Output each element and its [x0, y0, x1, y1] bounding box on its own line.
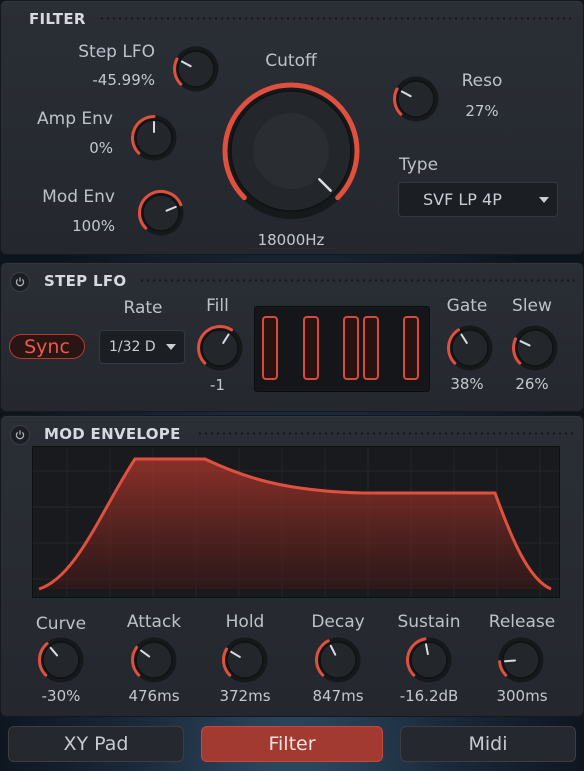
- mod-envelope-title: MOD ENVELOPE: [44, 425, 181, 443]
- gate-value: 38%: [450, 375, 484, 393]
- cutoff-label: Cutoff: [265, 51, 317, 71]
- sync-button[interactable]: Sync: [9, 334, 85, 359]
- rate-dropdown[interactable]: 1/32 D: [99, 330, 185, 364]
- step-bar[interactable]: [303, 316, 319, 380]
- step-sequencer[interactable]: [254, 306, 430, 392]
- filter-type-selected: SVF LP 4P: [423, 190, 502, 209]
- decay-value: 847ms: [312, 687, 364, 705]
- filter-type-dropdown[interactable]: SVF LP 4P: [398, 182, 558, 217]
- rate-label: Rate: [123, 298, 163, 318]
- curve-knob[interactable]: [37, 636, 85, 684]
- curve-value: -30%: [41, 687, 81, 705]
- step-bar[interactable]: [403, 316, 419, 380]
- step-bar[interactable]: [343, 316, 359, 380]
- mod-env-mod-knob[interactable]: [137, 189, 185, 237]
- attack-label: Attack: [126, 612, 182, 632]
- filter-title: FILTER: [29, 10, 86, 28]
- release-label: Release: [488, 612, 556, 632]
- release-knob[interactable]: [497, 636, 545, 684]
- slew-label: Slew: [512, 296, 552, 316]
- reso-label: Reso: [461, 71, 503, 91]
- tab-filter[interactable]: Filter: [201, 726, 383, 762]
- step-lfo-title: STEP LFO: [44, 272, 127, 290]
- sustain-knob[interactable]: [405, 636, 453, 684]
- chevron-down-icon: [539, 196, 549, 203]
- filter-type-label: Type: [399, 155, 439, 175]
- decay-knob[interactable]: [314, 636, 362, 684]
- tab-midi[interactable]: Midi: [400, 726, 576, 762]
- attack-knob[interactable]: [130, 636, 178, 684]
- power-icon[interactable]: [10, 425, 30, 445]
- mod-env-mod-value: 100%: [72, 217, 115, 235]
- filter-panel: FILTER Step LFO -45.99% Amp Env 0% Mod E…: [0, 0, 584, 255]
- filter-title-divider: [99, 16, 575, 21]
- step-lfo-mod-label: Step LFO: [78, 42, 155, 62]
- step-bar[interactable]: [363, 316, 379, 380]
- sustain-label: Sustain: [397, 612, 461, 632]
- slew-value: 26%: [515, 375, 549, 393]
- fill-label: Fill: [206, 296, 229, 316]
- reso-value: 27%: [465, 102, 499, 120]
- hold-value: 372ms: [219, 687, 271, 705]
- amp-env-mod-knob[interactable]: [130, 114, 178, 162]
- step-lfo-mod-knob[interactable]: [172, 45, 220, 93]
- power-icon[interactable]: [10, 272, 30, 292]
- decay-label: Decay: [311, 612, 365, 632]
- envelope-display[interactable]: [32, 446, 560, 598]
- tab-xy-pad[interactable]: XY Pad: [8, 726, 184, 762]
- fill-value: -1: [210, 376, 225, 394]
- slew-knob[interactable]: [511, 324, 559, 372]
- rate-selected: 1/32 D: [109, 339, 156, 355]
- curve-label: Curve: [35, 614, 87, 634]
- amp-env-mod-label: Amp Env: [37, 109, 113, 129]
- sustain-value: -16.2dB: [399, 687, 459, 705]
- mod-env-mod-label: Mod Env: [42, 187, 115, 207]
- envelope-curve-fill: [39, 459, 551, 589]
- hold-knob[interactable]: [221, 636, 269, 684]
- attack-value: 476ms: [128, 687, 180, 705]
- step-lfo-mod-value: -45.99%: [92, 71, 155, 89]
- step-bar[interactable]: [262, 316, 278, 380]
- reso-knob[interactable]: [392, 75, 440, 123]
- gate-knob[interactable]: [446, 324, 494, 372]
- release-value: 300ms: [496, 687, 548, 705]
- cutoff-knob[interactable]: [221, 81, 361, 221]
- gate-label: Gate: [446, 296, 488, 316]
- fill-knob[interactable]: [196, 324, 244, 372]
- amp-env-mod-value: 0%: [89, 139, 113, 157]
- mod-envelope-title-divider: [197, 431, 575, 436]
- cutoff-value: 18000Hz: [257, 231, 325, 249]
- hold-label: Hold: [225, 612, 265, 632]
- step-lfo-title-divider: [139, 278, 575, 283]
- chevron-down-icon: [166, 344, 176, 350]
